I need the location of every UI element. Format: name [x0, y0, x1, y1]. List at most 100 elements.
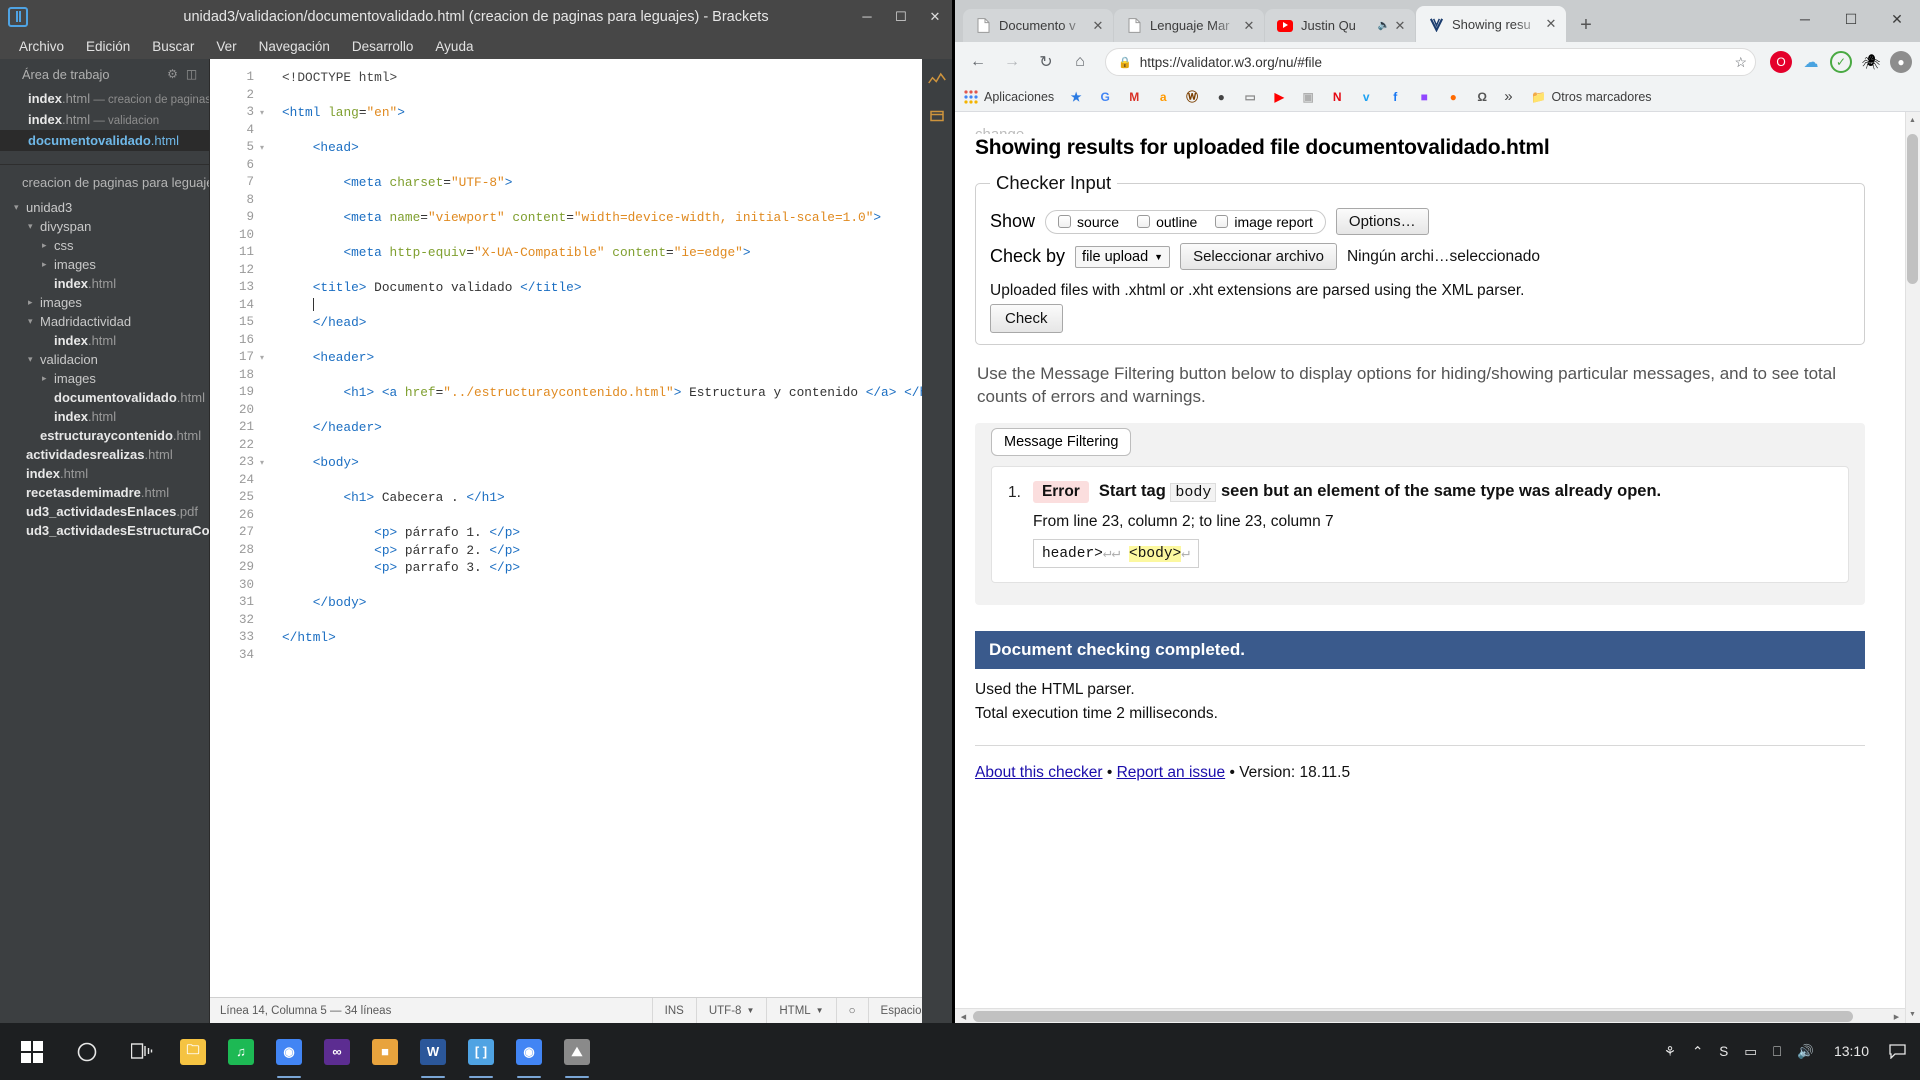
forward-button[interactable]: → [997, 47, 1027, 77]
taskbar-app-word[interactable]: W [409, 1023, 457, 1080]
bookmarks-overflow-icon[interactable]: » [1504, 88, 1512, 105]
working-file-2[interactable]: documentovalidado.html [0, 130, 209, 151]
code-area[interactable]: 1 2 3 4 5 6 7 8 9 10 11 12 13 14 15 16 1… [210, 59, 952, 997]
fire-icon[interactable]: ● [1445, 89, 1461, 105]
menu-item-desarrollo[interactable]: Desarrollo [341, 36, 425, 57]
disclosure-arrow-icon[interactable]: ▾ [28, 316, 40, 327]
tab-close-icon[interactable]: ✕ [1240, 18, 1258, 34]
tree-folder-css[interactable]: ▸ css [0, 236, 209, 255]
wiki-icon[interactable]: Ⓦ [1184, 89, 1200, 105]
insert-mode[interactable]: INS [651, 997, 696, 1024]
doc-icon[interactable]: ▭ [1242, 89, 1258, 105]
scroll-down-arrow-icon[interactable]: ▼ [1905, 1006, 1920, 1023]
tab-close-icon[interactable]: ✕ [1089, 18, 1107, 34]
sidebar-resize-handle[interactable] [206, 59, 209, 1023]
volume-icon[interactable]: 🔊 [1789, 1023, 1822, 1080]
youtube-icon[interactable]: ▶ [1271, 89, 1287, 105]
working-file-1[interactable]: index.html — validacion [0, 109, 209, 130]
check-button[interactable]: Check [990, 304, 1063, 333]
tree-file-ud3actividadesenlaces[interactable]: ud3_actividadesEnlaces.pdf [0, 502, 209, 521]
headphones-icon[interactable]: Ω [1474, 89, 1490, 105]
star-icon[interactable]: ☆ [1734, 54, 1747, 71]
menu-item-archivo[interactable]: Archivo [8, 36, 75, 57]
disclosure-arrow-icon[interactable]: ▸ [28, 297, 40, 308]
profile-icon[interactable]: ● [1890, 51, 1912, 73]
apps-shortcut[interactable]: Aplicaciones [963, 89, 1054, 105]
tree-folder-images[interactable]: ▸ images [0, 369, 209, 388]
page-vertical-scrollbar[interactable]: ▲ ▼ [1905, 112, 1920, 1023]
twitch-icon[interactable]: ■ [1416, 89, 1432, 105]
lint-status-icon[interactable]: ○ [835, 997, 868, 1024]
tab-close-icon[interactable]: ✕ [1391, 18, 1409, 34]
report-issue-link[interactable]: Report an issue [1117, 764, 1226, 781]
tree-folder-images[interactable]: ▸ images [0, 293, 209, 312]
check-circle-icon[interactable]: ✓ [1830, 51, 1852, 73]
split-view-icon[interactable]: ◫ [184, 67, 199, 82]
menu-item-buscar[interactable]: Buscar [141, 36, 205, 57]
browser-tab-2[interactable]: Justin Qu 🔈 ✕ [1265, 9, 1415, 42]
close-icon[interactable]: ✕ [1874, 0, 1920, 38]
file-language[interactable]: HTML ▼ [766, 997, 835, 1024]
menu-item-ver[interactable]: Ver [205, 36, 247, 57]
opera-icon[interactable]: O [1770, 51, 1792, 73]
other-bookmarks-folder[interactable]: 📁 Otros marcadores [1531, 89, 1652, 105]
tree-file-actividadesrealizas[interactable]: actividadesrealizas.html [0, 445, 209, 464]
checkbox-icon[interactable] [1137, 215, 1151, 228]
show-option-image-report[interactable]: image report [1215, 214, 1313, 230]
windows-start-icon[interactable] [4, 1023, 59, 1080]
menu-item-ayuda[interactable]: Ayuda [424, 36, 484, 57]
options-button[interactable]: Options… [1335, 208, 1429, 235]
notification-icon[interactable] [1881, 1023, 1914, 1080]
tree-folder-validacion[interactable]: ▾ validacion [0, 350, 209, 369]
taskbar-app-chrome-2[interactable]: ◉ [505, 1023, 553, 1080]
live-preview-icon[interactable] [928, 71, 946, 89]
google-icon[interactable]: G [1097, 89, 1113, 105]
twitter-icon[interactable]: ᴠ [1358, 89, 1374, 105]
close-icon[interactable]: ✕ [918, 0, 952, 33]
tree-folder-unidad3[interactable]: ▾ unidad3 [0, 198, 209, 217]
about-checker-link[interactable]: About this checker [975, 764, 1103, 781]
show-option-outline[interactable]: outline [1137, 214, 1197, 230]
maximize-icon[interactable]: ☐ [1828, 0, 1874, 38]
taskbar-app-screen-recorder[interactable]: ■ [361, 1023, 409, 1080]
tab-audio-icon[interactable]: 🔈 [1377, 20, 1391, 31]
people-icon[interactable]: ⚘ [1656, 1023, 1684, 1080]
tree-folder-madridactividad[interactable]: ▾ Madridactividad [0, 312, 209, 331]
skype-icon[interactable]: S [1711, 1023, 1736, 1080]
spider-icon[interactable]: 🕷 [1860, 51, 1882, 73]
search-circle-icon[interactable] [59, 1023, 114, 1080]
file-encoding[interactable]: UTF-8 ▼ [695, 997, 767, 1024]
battery-charge-icon[interactable]: ▭ [1736, 1023, 1765, 1080]
tree-file-documentovalidado[interactable]: documentovalidado.html [0, 388, 209, 407]
star-icon[interactable]: ★ [1068, 89, 1084, 105]
tree-file-index[interactable]: index.html [0, 407, 209, 426]
cloud-icon[interactable]: ☁ [1800, 51, 1822, 73]
disclosure-arrow-icon[interactable]: ▸ [42, 259, 54, 270]
checkbox-icon[interactable] [1215, 215, 1229, 228]
amazon-icon[interactable]: a [1155, 89, 1171, 105]
working-file-0[interactable]: index.html — creacion de paginas p [0, 88, 209, 109]
tree-file-recetasdemimadre[interactable]: recetasdemimadre.html [0, 483, 209, 502]
tree-file-estructuraycontenido[interactable]: estructuraycontenido.html [0, 426, 209, 445]
pic-icon[interactable]: ▣ [1300, 89, 1316, 105]
tree-file-index[interactable]: index.html [0, 274, 209, 293]
disclosure-arrow-icon[interactable]: ▾ [14, 202, 26, 213]
disclosure-arrow-icon[interactable]: ▸ [42, 240, 54, 251]
disclosure-arrow-icon[interactable]: ▾ [28, 221, 40, 232]
page-horizontal-scrollbar[interactable]: ◀ ▶ [955, 1008, 1905, 1023]
taskbar-app-photos[interactable]: ⛰ [553, 1023, 601, 1080]
minimize-icon[interactable]: ─ [1782, 0, 1828, 38]
tree-file-ud3actividadesestructuraconte[interactable]: ud3_actividadesEstructuraConte [0, 521, 209, 540]
tab-close-icon[interactable]: ✕ [1542, 16, 1560, 32]
show-hidden-icons[interactable]: ⌃ [1684, 1023, 1711, 1080]
file-select-button[interactable]: Seleccionar archivo [1180, 243, 1337, 270]
reload-button[interactable]: ↻ [1031, 47, 1061, 77]
taskbar-app-brackets[interactable]: [ ] [457, 1023, 505, 1080]
project-name[interactable]: creacion de paginas para leguajes [0, 165, 209, 198]
scroll-right-arrow-icon[interactable]: ▶ [1888, 1009, 1905, 1023]
address-bar[interactable]: 🔒 https://validator.w3.org/nu/#file ☆ [1105, 48, 1756, 76]
back-button[interactable]: ← [963, 47, 993, 77]
code-fold-gutter[interactable]: ▾ ▾ ▾ ▾ [260, 59, 274, 997]
extension-manager-icon[interactable] [928, 107, 946, 125]
taskbar-clock[interactable]: 13:10 [1822, 1043, 1881, 1059]
